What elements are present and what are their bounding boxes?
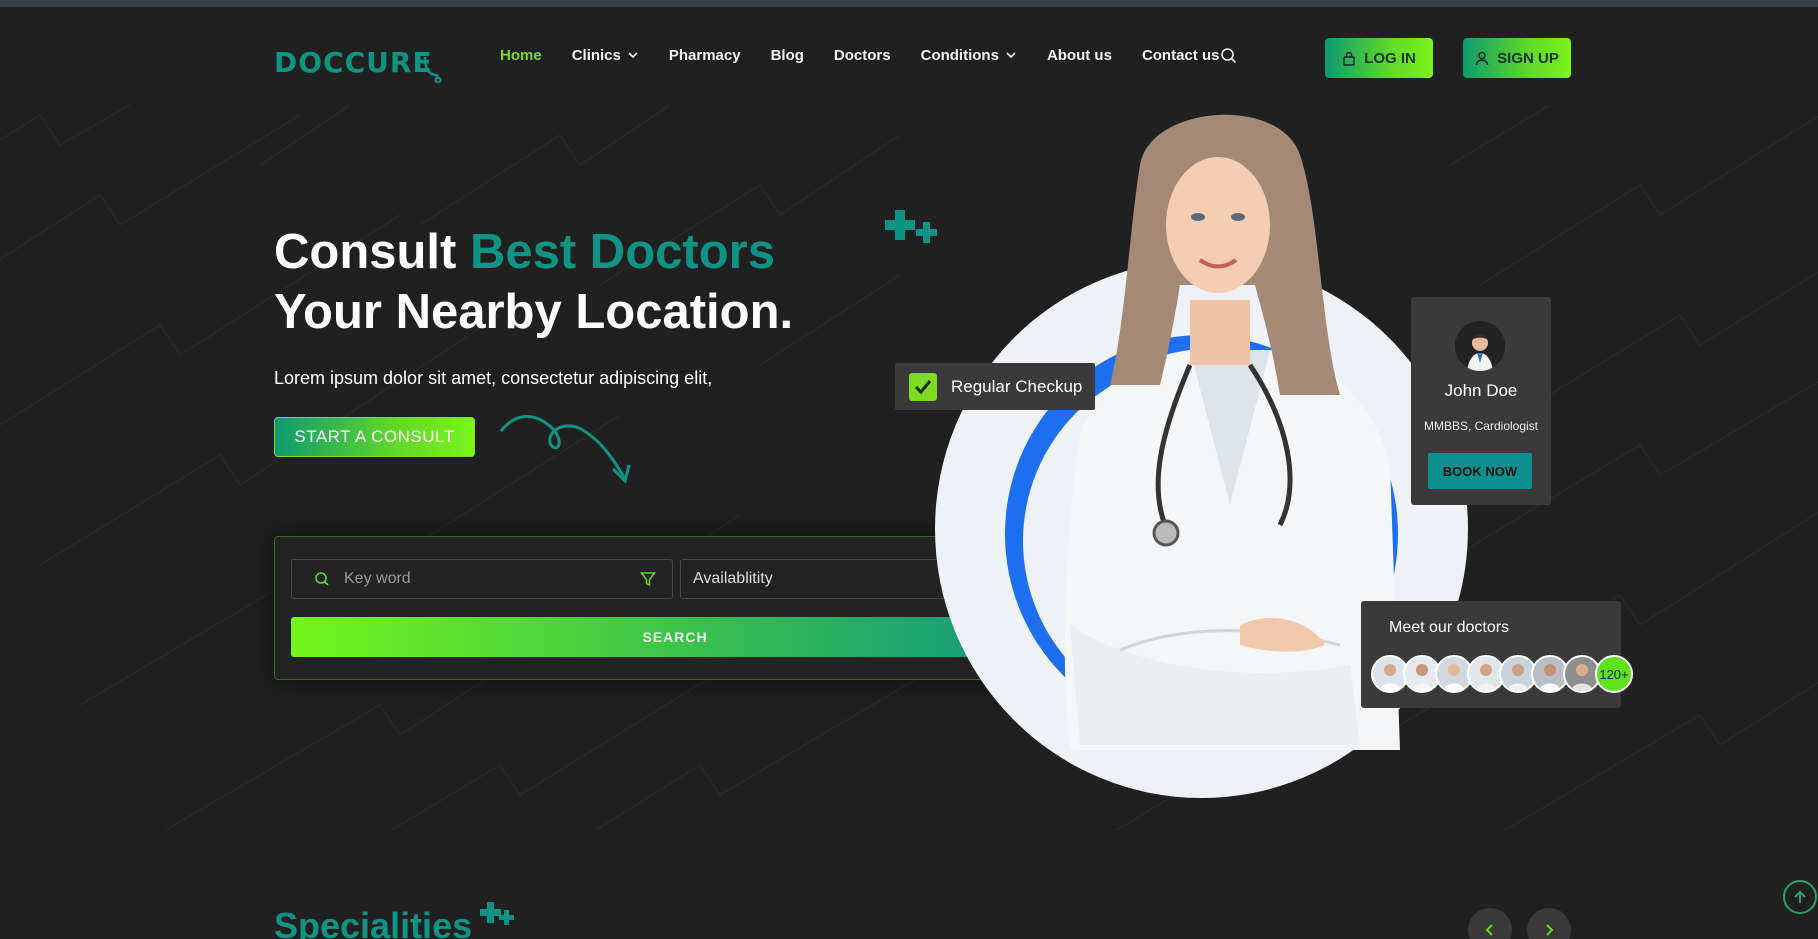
- book-now-button[interactable]: BOOK NOW: [1428, 453, 1532, 489]
- lock-icon: [1343, 51, 1355, 66]
- meet-doctors-title: Meet our doctors: [1389, 619, 1510, 636]
- search-icon: [315, 572, 329, 586]
- signup-button[interactable]: SIGN UP: [1463, 38, 1571, 78]
- nav-clinics[interactable]: Clinics: [572, 44, 639, 66]
- nav-about[interactable]: About us: [1047, 44, 1112, 66]
- nav-blog[interactable]: Blog: [771, 44, 804, 66]
- filter-icon[interactable]: [640, 571, 656, 587]
- nav-doctors[interactable]: Doctors: [834, 44, 891, 66]
- hero-title-highlight: Best Doctors: [469, 225, 775, 279]
- nav-blog-label: Blog: [770, 46, 804, 64]
- checkbox-icon: [909, 372, 937, 401]
- medical-plus-icon: [480, 902, 514, 925]
- prev-arrow-button[interactable]: [1468, 908, 1512, 939]
- nav-conditions-label: Conditions: [920, 46, 999, 64]
- search-icon[interactable]: [1220, 47, 1238, 65]
- nav-doctors-label: Doctors: [833, 46, 891, 64]
- keyword-field[interactable]: [291, 559, 673, 599]
- stethoscope-icon: [423, 56, 442, 83]
- doctor-name: John Doe: [1444, 381, 1518, 400]
- login-label: LOG IN: [1364, 49, 1416, 67]
- nav-conditions[interactable]: Conditions: [921, 44, 1017, 66]
- nav-pharmacy-label: Pharmacy: [668, 46, 741, 64]
- doctor-role: MMBBS, Cardiologist: [1423, 419, 1539, 433]
- doctor-image: [1064, 114, 1400, 750]
- logo-text: DOCCURE: [274, 45, 433, 79]
- search-button[interactable]: SEARCH: [291, 617, 1059, 657]
- medical-plus-icon: [885, 210, 937, 243]
- chevron-down-icon: [1006, 52, 1016, 59]
- doctor-profile-card: John Doe MMBBS, Cardiologist BOOK NOW: [1411, 297, 1551, 505]
- nav-home[interactable]: Home: [500, 44, 542, 66]
- login-button[interactable]: LOG IN: [1325, 38, 1433, 78]
- top-browser-strip: [0, 0, 1818, 7]
- curly-arrow-icon: [499, 415, 631, 484]
- nav-contact[interactable]: Contact us: [1142, 44, 1220, 66]
- keyword-input[interactable]: [344, 570, 640, 588]
- checkup-label: Regular Checkup: [951, 376, 1083, 396]
- hero-title-part2: Your Nearby Location.: [274, 285, 794, 339]
- start-consult-button[interactable]: START A CONSULT: [274, 417, 475, 457]
- scroll-to-top-button[interactable]: [1783, 880, 1817, 914]
- nav-home-label: Home: [500, 46, 542, 64]
- hero-subtitle: Lorem ipsum dolor sit amet, consectetur …: [274, 368, 713, 388]
- chevron-right-icon: [1546, 924, 1554, 936]
- nav-clinics-label: Clinics: [571, 46, 621, 64]
- user-icon: [1475, 51, 1489, 65]
- next-arrow-button[interactable]: [1527, 908, 1571, 939]
- meet-doctors-card: Meet our doctors 120+: [1361, 601, 1633, 708]
- hero-title-part1: Consult: [274, 225, 470, 279]
- nav-about-label: About us: [1046, 46, 1112, 64]
- regular-checkup-card: Regular Checkup: [895, 363, 1095, 410]
- logo[interactable]: DOCCURE: [274, 38, 443, 86]
- chevron-left-icon: [1485, 924, 1493, 936]
- specialities-title: Specialities: [274, 905, 473, 939]
- main-nav: Home Clinics Pharmacy Blog Doctors Condi…: [500, 44, 1249, 66]
- nav-pharmacy[interactable]: Pharmacy: [669, 44, 741, 66]
- more-doctors-badge[interactable]: 120+: [1595, 655, 1633, 693]
- nav-contact-label: Contact us: [1141, 46, 1220, 64]
- chevron-down-icon: [628, 52, 638, 59]
- availability-value: Availablitity: [693, 570, 773, 587]
- hero-title: Consult Best Doctors Your Nearby Locatio…: [274, 222, 894, 342]
- avatar: [1455, 321, 1505, 371]
- signup-label: SIGN UP: [1497, 49, 1559, 67]
- arrow-up-icon: [1794, 890, 1806, 903]
- doctor-avatar-group: 120+: [1371, 655, 1633, 693]
